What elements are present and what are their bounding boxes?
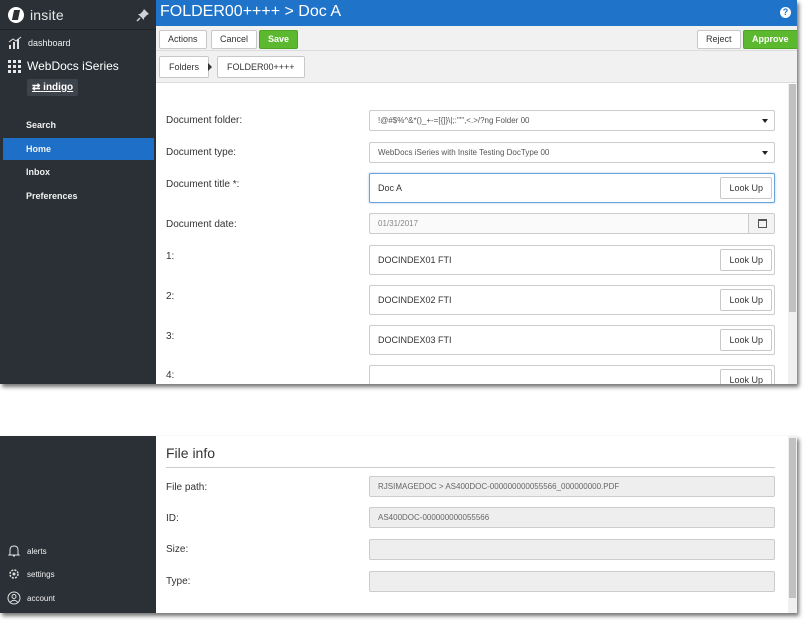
- sidebar-item-inbox[interactable]: Inbox: [0, 161, 156, 183]
- file-info-scrollbar[interactable]: [788, 436, 797, 613]
- file-path-field: RJSIMAGEDOC > AS400DOC-000000000055566_0…: [369, 476, 775, 497]
- breadcrumb-folders[interactable]: Folders: [159, 56, 210, 78]
- document-form: Document folder: !@#$%^&*()_+-=[{]}\|;:'…: [156, 84, 788, 384]
- chevron-right-icon: [208, 63, 212, 71]
- environment-switch[interactable]: ⇄ indigo: [27, 79, 79, 96]
- file-type-label: Type:: [166, 576, 191, 587]
- sidebar-item-settings[interactable]: settings: [7, 567, 55, 581]
- sidebar-bottom: alerts settings account: [0, 436, 156, 613]
- environment-name: indigo: [43, 82, 74, 93]
- app-switcher[interactable]: WebDocs iSeries: [8, 59, 119, 73]
- index-4-label: 4:: [166, 370, 175, 381]
- index-2-label: 2:: [166, 291, 175, 302]
- document-panel: insite dashboard WebDocs iSeries ⇄ indig…: [0, 0, 797, 384]
- index-3-lookup-button[interactable]: Look Up: [720, 329, 772, 351]
- breadcrumb: Folders FOLDER00++++: [156, 51, 797, 83]
- sidebar-item-account[interactable]: account: [7, 591, 55, 605]
- document-type-label: Document type:: [166, 147, 237, 158]
- breadcrumb-current-folder[interactable]: FOLDER00++++: [217, 56, 305, 78]
- index-2-lookup-button[interactable]: Look Up: [720, 289, 772, 311]
- file-info-panel: alerts settings account File info File p…: [0, 436, 797, 613]
- index-3-field[interactable]: DOCINDEX03 FTI Look Up: [369, 325, 775, 355]
- save-button[interactable]: Save: [259, 30, 299, 49]
- index-1-label: 1:: [166, 251, 175, 262]
- insite-logo-icon: [8, 7, 24, 23]
- pin-icon[interactable]: [136, 8, 150, 22]
- cancel-button[interactable]: Cancel: [211, 30, 258, 49]
- document-title-value: Doc A: [378, 183, 403, 193]
- document-date-field[interactable]: 01/31/2017: [369, 213, 775, 234]
- file-type-field: [369, 571, 775, 592]
- page-title: FOLDER00++++ > Doc A: [160, 3, 341, 20]
- index-2-value: DOCINDEX02 FTI: [378, 295, 452, 305]
- alerts-label: alerts: [27, 546, 47, 556]
- apps-grid-icon: [8, 59, 21, 73]
- logo[interactable]: insite: [8, 7, 64, 23]
- index-3-value: DOCINDEX03 FTI: [378, 335, 452, 345]
- file-info-divider: [166, 467, 775, 468]
- document-date-label: Document date:: [166, 219, 237, 230]
- document-folder-label: Document folder:: [166, 115, 243, 126]
- logo-text: insite: [30, 7, 64, 23]
- settings-label: settings: [27, 569, 55, 579]
- document-type-value: WebDocs iSeries with Insite Testing DocT…: [378, 148, 550, 157]
- swap-icon: ⇄: [32, 82, 41, 93]
- index-3-label: 3:: [166, 331, 175, 342]
- sidebar-item-search[interactable]: Search: [0, 114, 156, 136]
- document-folder-value: !@#$%^&*()_+-=[{]}\|;:'"",<.>/?ng Folder…: [378, 116, 530, 125]
- help-icon[interactable]: ?: [780, 7, 791, 18]
- file-id-field: AS400DOC-000000000055566: [369, 507, 775, 528]
- sidebar-item-preferences[interactable]: Preferences: [0, 185, 156, 207]
- document-title-label: Document title *:: [166, 179, 240, 190]
- toolbar: Actions Cancel Save Reject Approve: [156, 26, 797, 51]
- index-4-lookup-button[interactable]: Look Up: [720, 369, 772, 384]
- document-date-value: 01/31/2017: [378, 219, 419, 228]
- form-scrollbar[interactable]: [788, 84, 797, 384]
- account-label: account: [27, 593, 56, 603]
- user-icon: [7, 591, 21, 605]
- calendar-icon: [758, 219, 767, 228]
- file-size-field: [369, 539, 775, 560]
- file-info-scrollbar-thumb[interactable]: [789, 438, 796, 598]
- sidebar-divider: [0, 29, 156, 30]
- gear-icon: [9, 569, 19, 579]
- app-name: WebDocs iSeries: [27, 59, 119, 73]
- index-2-field[interactable]: DOCINDEX02 FTI Look Up: [369, 285, 775, 315]
- index-4-field[interactable]: Look Up: [369, 365, 775, 384]
- approve-button[interactable]: Approve: [743, 30, 797, 49]
- index-1-value: DOCINDEX01 FTI: [378, 255, 452, 265]
- sidebar-item-home[interactable]: Home: [3, 138, 154, 160]
- file-size-label: Size:: [166, 544, 189, 555]
- page-header: FOLDER00++++ > Doc A ?: [156, 0, 797, 26]
- sidebar-item-dashboard[interactable]: dashboard: [8, 36, 71, 50]
- sidebar: insite dashboard WebDocs iSeries ⇄ indig…: [0, 0, 156, 384]
- document-type-select[interactable]: WebDocs iSeries with Insite Testing DocT…: [369, 142, 775, 163]
- document-folder-select[interactable]: !@#$%^&*()_+-=[{]}\|;:'"",<.>/?ng Folder…: [369, 110, 775, 131]
- document-title-field[interactable]: Doc A Look Up: [369, 173, 775, 203]
- bell-icon: [7, 545, 21, 557]
- file-path-label: File path:: [166, 482, 208, 493]
- dashboard-label: dashboard: [28, 38, 71, 48]
- sidebar-item-alerts[interactable]: alerts: [7, 544, 47, 558]
- index-1-field[interactable]: DOCINDEX01 FTI Look Up: [369, 245, 775, 275]
- index-1-lookup-button[interactable]: Look Up: [720, 249, 772, 271]
- chevron-down-icon: [762, 119, 768, 123]
- actions-button[interactable]: Actions: [159, 30, 207, 49]
- reject-button[interactable]: Reject: [697, 30, 741, 49]
- title-lookup-button[interactable]: Look Up: [720, 177, 772, 199]
- form-scrollbar-thumb[interactable]: [789, 84, 796, 312]
- date-picker-button[interactable]: [748, 214, 774, 233]
- file-id-label: ID:: [166, 513, 179, 524]
- chevron-down-icon: [762, 151, 768, 155]
- file-info-title: File info: [166, 445, 216, 461]
- dashboard-icon: [8, 36, 22, 49]
